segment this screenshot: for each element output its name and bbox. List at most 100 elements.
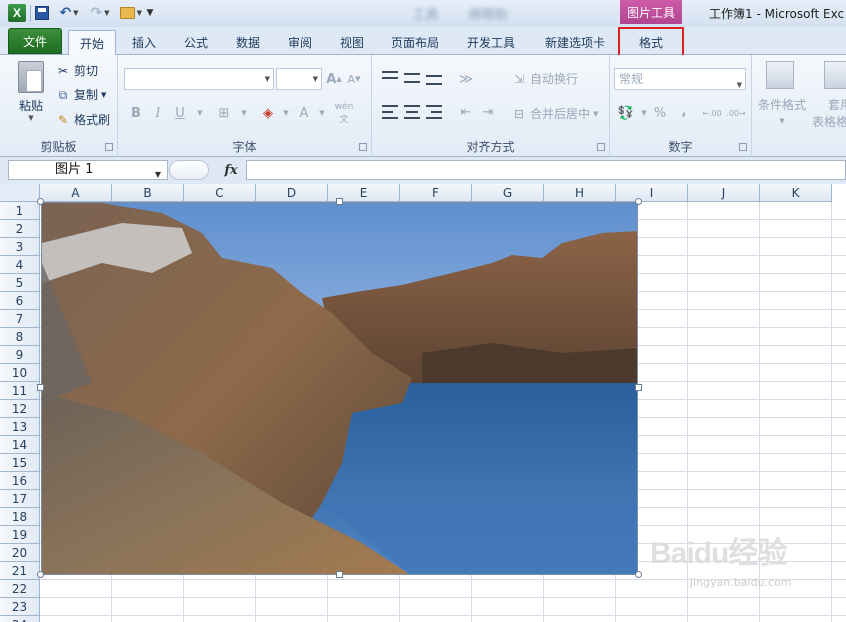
row-header-16[interactable]: 16	[0, 472, 40, 490]
row-header-24[interactable]: 24	[0, 616, 40, 622]
font-color-button[interactable]: A	[294, 103, 314, 123]
dialog-launcher-icon[interactable]	[359, 143, 367, 151]
name-box[interactable]: 图片 1 ▼	[8, 160, 168, 180]
row-header-5[interactable]: 5	[0, 274, 40, 292]
table-format-button-line1[interactable]: 套用	[828, 96, 846, 113]
align-center-icon[interactable]	[404, 105, 420, 119]
bold-button[interactable]: B	[126, 103, 146, 123]
fill-color-icon[interactable]: ◈	[258, 103, 278, 123]
shrink-font-button[interactable]: A ▼	[344, 69, 364, 89]
resize-handle-top-left[interactable]	[37, 198, 44, 205]
paste-button[interactable]: 粘贴 ▼	[18, 61, 44, 122]
grow-font-button[interactable]: A ▲	[324, 69, 344, 89]
chevron-down-icon[interactable]: ▼	[312, 103, 332, 123]
column-header-h[interactable]: H	[544, 184, 616, 202]
dialog-launcher-icon[interactable]	[105, 143, 113, 151]
tab-page-layout[interactable]: 页面布局	[384, 30, 446, 55]
column-header-b[interactable]: B	[112, 184, 184, 202]
tab-home[interactable]: 开始	[68, 30, 116, 55]
format-painter-button[interactable]: ✎ 格式刷	[56, 111, 110, 128]
resize-handle-left[interactable]	[37, 384, 44, 391]
tab-developer[interactable]: 开发工具	[458, 30, 524, 55]
table-format-icon[interactable]	[824, 61, 846, 89]
resize-handle-bottom-right[interactable]	[635, 571, 642, 578]
save-icon[interactable]	[34, 4, 50, 22]
copy-button[interactable]: ⧉ 复制 ▼	[56, 86, 107, 103]
chevron-down-icon[interactable]: ▼	[276, 103, 296, 123]
row-header-6[interactable]: 6	[0, 292, 40, 310]
font-size-select[interactable]: ▼	[276, 68, 322, 90]
align-bottom-icon[interactable]	[426, 75, 442, 85]
font-name-select[interactable]: ▼	[124, 68, 274, 90]
decrease-indent-icon[interactable]: ⇤	[456, 102, 476, 122]
row-header-11[interactable]: 11	[0, 382, 40, 400]
resize-handle-top-right[interactable]	[635, 198, 642, 205]
orientation-icon[interactable]: ≫	[456, 69, 476, 89]
align-left-icon[interactable]	[382, 105, 398, 119]
column-header-d[interactable]: D	[256, 184, 328, 202]
row-header-8[interactable]: 8	[0, 328, 40, 346]
resize-handle-bottom-left[interactable]	[37, 571, 44, 578]
row-header-9[interactable]: 9	[0, 346, 40, 364]
cut-button[interactable]: ✂ 剪切	[56, 62, 98, 79]
chevron-down-icon[interactable]: ▼	[190, 103, 210, 123]
undo-icon[interactable]: ↶ ▼	[57, 4, 81, 22]
increase-decimal-button[interactable]: ← .00	[702, 103, 722, 123]
column-header-i[interactable]: I	[616, 184, 688, 202]
row-header-14[interactable]: 14	[0, 436, 40, 454]
row-header-12[interactable]: 12	[0, 400, 40, 418]
dialog-launcher-icon[interactable]	[597, 143, 605, 151]
row-header-4[interactable]: 4	[0, 256, 40, 274]
column-header-f[interactable]: F	[400, 184, 472, 202]
column-header-j[interactable]: J	[688, 184, 760, 202]
open-folder-icon[interactable]: ▼	[120, 4, 142, 22]
row-header-21[interactable]: 21	[0, 562, 40, 580]
tab-insert[interactable]: 插入	[124, 30, 164, 55]
row-header-22[interactable]: 22	[0, 580, 40, 598]
row-header-19[interactable]: 19	[0, 526, 40, 544]
customize-quick-access-icon[interactable]: ▼	[144, 4, 156, 22]
column-header-a[interactable]: A	[40, 184, 112, 202]
row-header-2[interactable]: 2	[0, 220, 40, 238]
resize-handle-top[interactable]	[336, 198, 343, 205]
column-header-c[interactable]: C	[184, 184, 256, 202]
tab-file[interactable]: 文件	[8, 28, 62, 54]
border-icon[interactable]: ⊞	[214, 103, 234, 123]
excel-app-icon[interactable]: X	[8, 4, 26, 22]
tab-review[interactable]: 审阅	[280, 30, 320, 55]
chevron-down-icon[interactable]: ▼	[234, 103, 254, 123]
row-header-1[interactable]: 1	[0, 202, 40, 220]
percent-button[interactable]: %	[650, 103, 670, 123]
tab-format[interactable]: 格式	[620, 30, 682, 55]
tab-data[interactable]: 数据	[228, 30, 268, 55]
currency-icon[interactable]: 💱	[616, 103, 636, 123]
row-header-13[interactable]: 13	[0, 418, 40, 436]
select-all-corner[interactable]	[0, 184, 40, 202]
conditional-format-icon[interactable]	[766, 61, 794, 89]
decrease-decimal-button[interactable]: .00 →	[726, 103, 746, 123]
inserted-picture-lake-landscape[interactable]	[41, 202, 638, 575]
resize-handle-bottom[interactable]	[336, 571, 343, 578]
align-top-icon[interactable]	[382, 71, 398, 79]
table-format-button-line2[interactable]: 表格格	[812, 113, 846, 130]
tab-formulas[interactable]: 公式	[176, 30, 216, 55]
row-header-15[interactable]: 15	[0, 454, 40, 472]
column-header-k[interactable]: K	[760, 184, 832, 202]
row-header-7[interactable]: 7	[0, 310, 40, 328]
comma-button[interactable]: ,	[674, 101, 694, 121]
wrap-text-button[interactable]: ⇲ 自动换行	[512, 70, 578, 87]
merge-center-button[interactable]: ⊟ 合并后居中 ▼	[512, 105, 598, 122]
formula-input[interactable]	[246, 160, 846, 180]
tab-new-tab[interactable]: 新建选项卡	[538, 30, 612, 55]
align-middle-icon[interactable]	[404, 73, 420, 83]
row-header-18[interactable]: 18	[0, 508, 40, 526]
formula-bar-resize-handle[interactable]	[169, 160, 209, 180]
insert-function-button[interactable]: fx	[220, 160, 242, 180]
row-header-17[interactable]: 17	[0, 490, 40, 508]
number-format-select[interactable]: 常规 ▼	[614, 68, 746, 90]
dialog-launcher-icon[interactable]	[739, 143, 747, 151]
row-header-20[interactable]: 20	[0, 544, 40, 562]
tab-view[interactable]: 视图	[332, 30, 372, 55]
column-header-g[interactable]: G	[472, 184, 544, 202]
underline-button[interactable]: U	[170, 103, 190, 123]
